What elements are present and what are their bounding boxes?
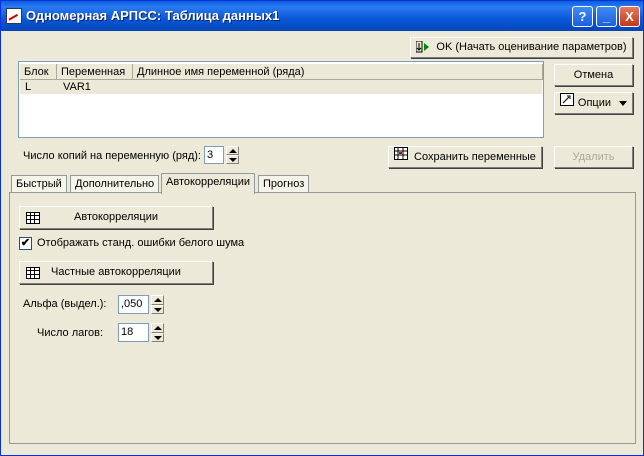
spin-up-icon[interactable]	[226, 146, 239, 155]
autocorrelations-label: Автокорреляции	[74, 211, 158, 223]
col-header-long-name[interactable]: Длинное имя переменной (ряда)	[133, 64, 543, 80]
tab-quick[interactable]: Быстрый	[11, 175, 67, 193]
cancel-button[interactable]: Отмена	[554, 64, 633, 86]
variable-list[interactable]: Блок Переменная Длинное имя переменной (…	[18, 61, 544, 138]
spin-down-icon[interactable]	[151, 304, 164, 314]
lags-spinner[interactable]	[151, 323, 164, 342]
spin-down-icon[interactable]	[151, 332, 164, 342]
check-mark-icon: ✔	[20, 237, 31, 249]
autocorrelations-button[interactable]: Автокорреляции	[19, 206, 213, 229]
ok-button[interactable]: OK (Начать оценивание параметров)	[410, 37, 633, 58]
spin-up-icon[interactable]	[151, 295, 164, 305]
table-row[interactable]: L VAR1	[20, 80, 542, 94]
spin-up-icon[interactable]	[151, 323, 164, 333]
save-icon	[394, 147, 409, 167]
white-noise-label: Отображать станд. ошибки белого шума	[37, 237, 245, 249]
tab-autocorrelations[interactable]: Автокорреляции	[161, 173, 255, 194]
window-title: Одномерная АРПСС: Таблица данных1	[26, 8, 280, 23]
dialog-window: Одномерная АРПСС: Таблица данных1 ? _ X …	[0, 0, 644, 456]
table-icon	[26, 212, 40, 224]
help-button[interactable]: ?	[572, 6, 593, 27]
save-variables-label: Сохранить переменные	[414, 151, 536, 163]
alpha-spinner[interactable]	[151, 295, 164, 314]
partial-autocorrelations-button[interactable]: Частные автокорреляции	[19, 261, 213, 284]
tab-forecast[interactable]: Прогноз	[258, 175, 310, 193]
ok-button-label: OK (Начать оценивание параметров)	[436, 41, 627, 53]
alpha-input[interactable]: ,050	[118, 295, 149, 314]
options-button[interactable]: Опции	[554, 92, 633, 114]
title-bar[interactable]: Одномерная АРПСС: Таблица данных1 ? _ X	[1, 1, 643, 31]
tab-advanced[interactable]: Дополнительно	[70, 175, 160, 193]
lags-label: Число лагов:	[37, 327, 104, 339]
copies-spinner[interactable]	[226, 146, 239, 164]
white-noise-checkbox[interactable]: ✔	[19, 237, 32, 250]
table-icon	[26, 267, 40, 279]
app-icon	[6, 8, 22, 24]
delete-button[interactable]: Удалить	[554, 146, 633, 168]
alpha-label: Альфа (выдел.):	[23, 298, 107, 310]
options-icon	[559, 93, 574, 113]
col-header-block[interactable]: Блок	[20, 64, 57, 80]
spin-down-icon[interactable]	[226, 155, 239, 164]
cell-variable: VAR1	[63, 81, 91, 93]
copies-input[interactable]: 3	[204, 146, 224, 164]
save-variables-button[interactable]: Сохранить переменные	[388, 146, 542, 168]
tab-panel-autocorrelations	[9, 192, 636, 444]
dropdown-arrow-icon	[619, 100, 628, 106]
minimize-button[interactable]: _	[596, 6, 617, 27]
col-header-variable[interactable]: Переменная	[57, 64, 133, 80]
lags-input[interactable]: 18	[118, 323, 149, 342]
close-button[interactable]: X	[619, 6, 640, 27]
copies-label: Число копий на переменную (ряд):	[23, 150, 201, 162]
partial-autocorrelations-label: Частные автокорреляции	[51, 266, 181, 278]
cell-block: L	[25, 81, 32, 93]
run-icon	[415, 40, 430, 53]
options-label: Опции	[577, 97, 612, 109]
